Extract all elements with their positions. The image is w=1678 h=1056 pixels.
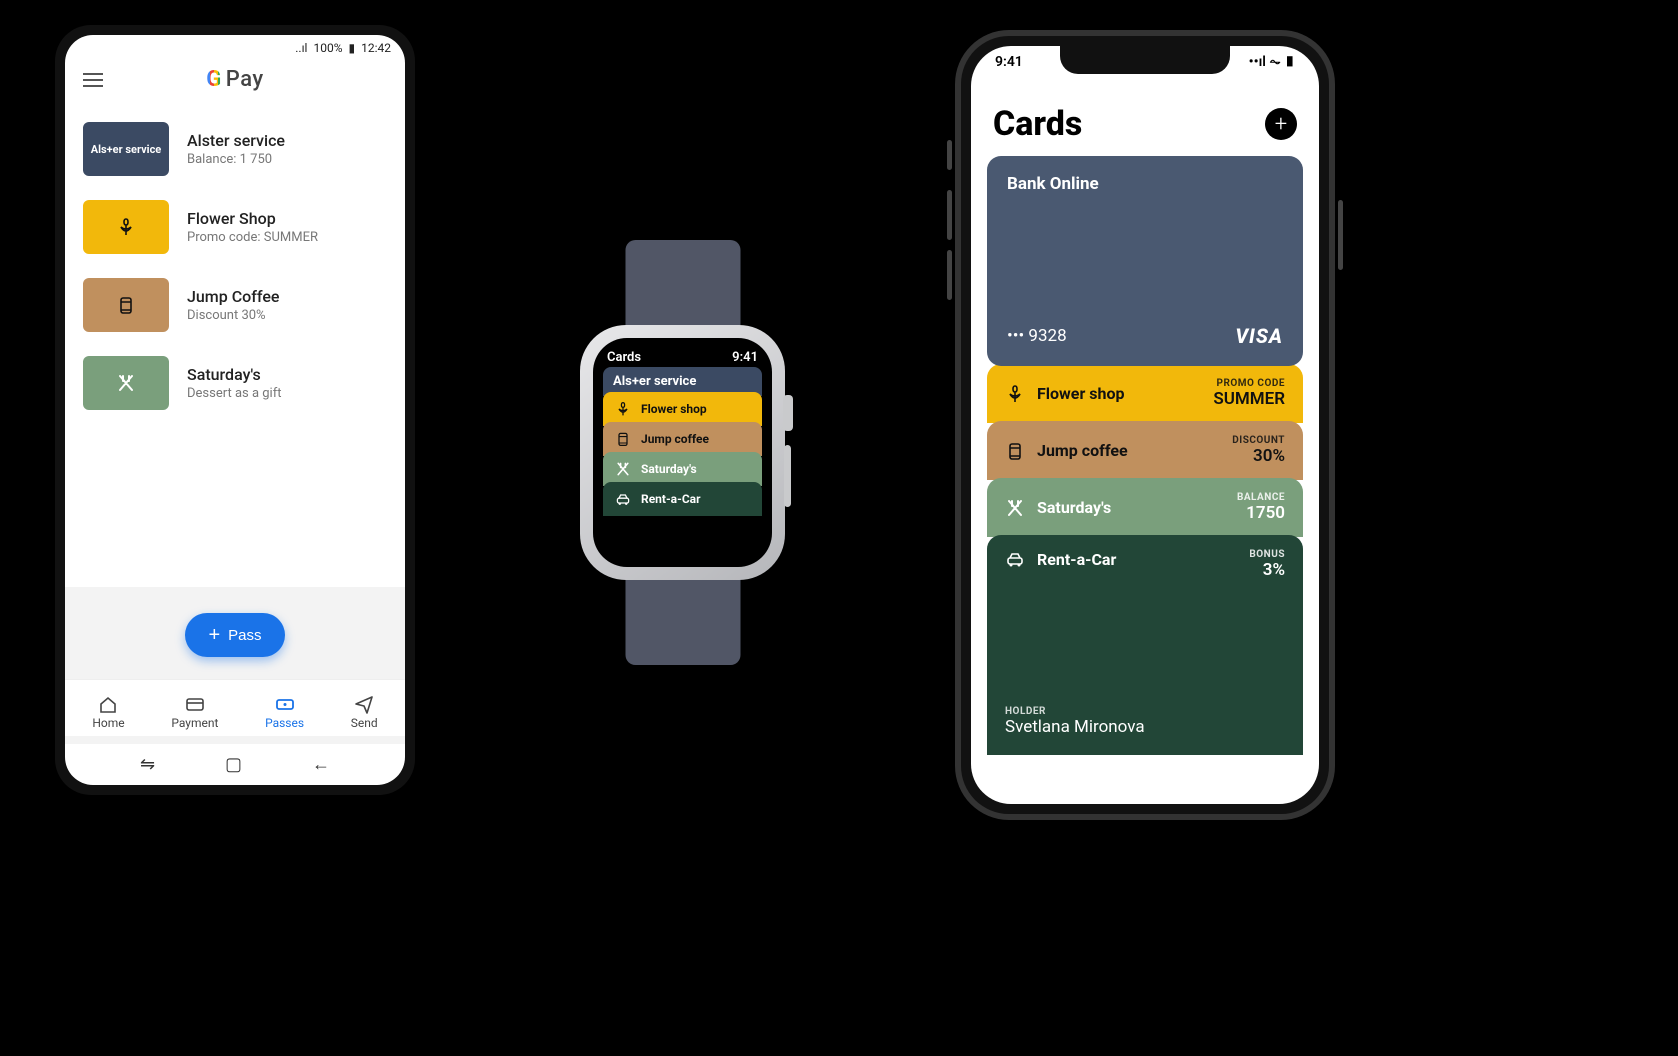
visa-logo: VISA xyxy=(1235,324,1283,348)
battery-text: 100% xyxy=(313,41,342,55)
pass-sub: Balance: 1 750 xyxy=(187,152,285,167)
bottom-nav: Home Payment Passes Send xyxy=(65,679,405,736)
pass-sub: Promo code: SUMMER xyxy=(187,230,318,245)
meta-label: PROMO CODE xyxy=(1213,378,1285,389)
utensils-icon xyxy=(1005,498,1025,518)
battery-icon: ▮ xyxy=(349,41,356,55)
coffee-icon xyxy=(613,429,633,449)
flower-icon xyxy=(1005,384,1025,404)
send-icon xyxy=(354,694,374,714)
android-screen: ..ıl 100% ▮ 12:42 GPay Als+er service Al… xyxy=(65,35,405,785)
pass-row-saturday[interactable]: Saturday's Dessert as a gift xyxy=(65,344,405,422)
mute-switch[interactable] xyxy=(947,140,952,170)
watch-card-flower[interactable]: Flower shop xyxy=(603,392,762,426)
card-icon xyxy=(185,694,205,714)
meta-value: 1750 xyxy=(1237,503,1285,523)
pass-thumb xyxy=(83,356,169,410)
pass-thumb xyxy=(83,200,169,254)
nav-send[interactable]: Send xyxy=(351,694,378,730)
bank-name: Bank Online xyxy=(1007,174,1283,194)
home-key[interactable]: ▢ xyxy=(225,754,242,775)
bank-card[interactable]: Bank Online ••• 9328 VISA xyxy=(987,156,1303,366)
car-icon xyxy=(1005,549,1025,569)
plus-icon: + xyxy=(1275,112,1287,137)
android-softkeys: ⇋ ▢ ← xyxy=(65,744,405,785)
iphone-frame: 9:41 ••ıl ⏦ ▮ Cards + Bank Online ••• 93… xyxy=(955,30,1335,820)
meta-label: DISCOUNT xyxy=(1232,435,1285,446)
gpay-header: GPay xyxy=(65,57,405,106)
wallet-header: Cards + xyxy=(971,70,1319,156)
pass-sub: Dessert as a gift xyxy=(187,386,281,401)
android-status-bar: ..ıl 100% ▮ 12:42 xyxy=(65,35,405,57)
coffee-icon xyxy=(116,295,136,315)
watch-time: 9:41 xyxy=(732,350,758,365)
status-icons: ••ıl ⏦ ▮ xyxy=(1249,54,1295,70)
pass-row-flower[interactable]: Flower Shop Promo code: SUMMER xyxy=(65,188,405,266)
volume-up[interactable] xyxy=(947,190,952,240)
meta-label: BONUS xyxy=(1249,549,1285,560)
recents-key[interactable]: ⇋ xyxy=(140,754,155,775)
wallet-row-rentacar[interactable]: Rent-a-Car BONUS 3% HOLDER Svetlana Miro… xyxy=(987,535,1303,755)
power-button[interactable] xyxy=(1338,200,1343,270)
ticket-icon xyxy=(275,694,295,714)
nav-payment[interactable]: Payment xyxy=(171,694,218,730)
meta-value: 30% xyxy=(1232,446,1285,466)
home-icon xyxy=(98,694,118,714)
pass-thumb: Als+er service xyxy=(83,122,169,176)
watch-card-saturday[interactable]: Saturday's xyxy=(603,452,762,486)
pass-list: Als+er service Alster service Balance: 1… xyxy=(65,106,405,587)
utensils-icon xyxy=(613,459,633,479)
watch-side-button[interactable] xyxy=(784,445,791,507)
pass-thumb xyxy=(83,278,169,332)
pass-row-coffee[interactable]: Jump Coffee Discount 30% xyxy=(65,266,405,344)
gpay-logo: GPay xyxy=(206,67,263,92)
watch-frame: Cards 9:41 Als+er service Flower shop Ju… xyxy=(570,240,795,665)
plus-icon: + xyxy=(208,624,220,647)
wallet-row-coffee[interactable]: Jump coffee DISCOUNT 30% xyxy=(987,421,1303,480)
pass-row-alster[interactable]: Als+er service Alster service Balance: 1… xyxy=(65,110,405,188)
card-holder: HOLDER Svetlana Mironova xyxy=(1005,706,1145,737)
menu-icon[interactable] xyxy=(83,73,103,87)
watch-card-rentacar[interactable]: Rent-a-Car xyxy=(603,482,762,516)
pass-title: Jump Coffee xyxy=(187,287,279,306)
utensils-icon xyxy=(116,373,136,393)
iphone-notch xyxy=(1060,46,1230,74)
volume-down[interactable] xyxy=(947,250,952,300)
pass-title: Saturday's xyxy=(187,365,281,384)
watch-card-coffee[interactable]: Jump coffee xyxy=(603,422,762,456)
wallet-stack: Bank Online ••• 9328 VISA Flower shop PR… xyxy=(971,156,1319,755)
meta-value: SUMMER xyxy=(1213,389,1285,409)
flower-icon xyxy=(116,217,136,237)
wallet-row-flower[interactable]: Flower shop PROMO CODE SUMMER xyxy=(987,364,1303,423)
watch-case: Cards 9:41 Als+er service Flower shop Ju… xyxy=(580,325,785,580)
status-time: 12:42 xyxy=(361,41,391,55)
watch-screen: Cards 9:41 Als+er service Flower shop Ju… xyxy=(593,338,772,567)
back-key[interactable]: ← xyxy=(312,754,330,775)
flower-icon xyxy=(613,399,633,419)
car-icon xyxy=(613,489,633,509)
pass-title: Flower Shop xyxy=(187,209,318,228)
pass-sub: Discount 30% xyxy=(187,308,279,323)
gpay-lower: + Pass Home Payment Passes Send xyxy=(65,587,405,744)
wallet-row-saturday[interactable]: Saturday's BALANCE 1750 xyxy=(987,478,1303,537)
iphone-screen: 9:41 ••ıl ⏦ ▮ Cards + Bank Online ••• 93… xyxy=(971,46,1319,804)
status-time: 9:41 xyxy=(995,54,1023,70)
meta-value: 3% xyxy=(1249,560,1285,580)
nav-passes[interactable]: Passes xyxy=(265,694,304,730)
card-last4: ••• 9328 xyxy=(1007,326,1067,346)
add-card-button[interactable]: + xyxy=(1265,108,1297,140)
watch-crown[interactable] xyxy=(783,395,793,431)
meta-label: BALANCE xyxy=(1237,492,1285,503)
pass-title: Alster service xyxy=(187,131,285,150)
android-phone-frame: ..ıl 100% ▮ 12:42 GPay Als+er service Al… xyxy=(55,25,415,795)
signal-icon: ..ıl xyxy=(295,41,307,55)
add-pass-button[interactable]: + Pass xyxy=(185,613,285,657)
page-title: Cards xyxy=(993,104,1082,144)
coffee-icon xyxy=(1005,441,1025,461)
watch-title: Cards xyxy=(607,350,641,365)
nav-home[interactable]: Home xyxy=(92,694,124,730)
